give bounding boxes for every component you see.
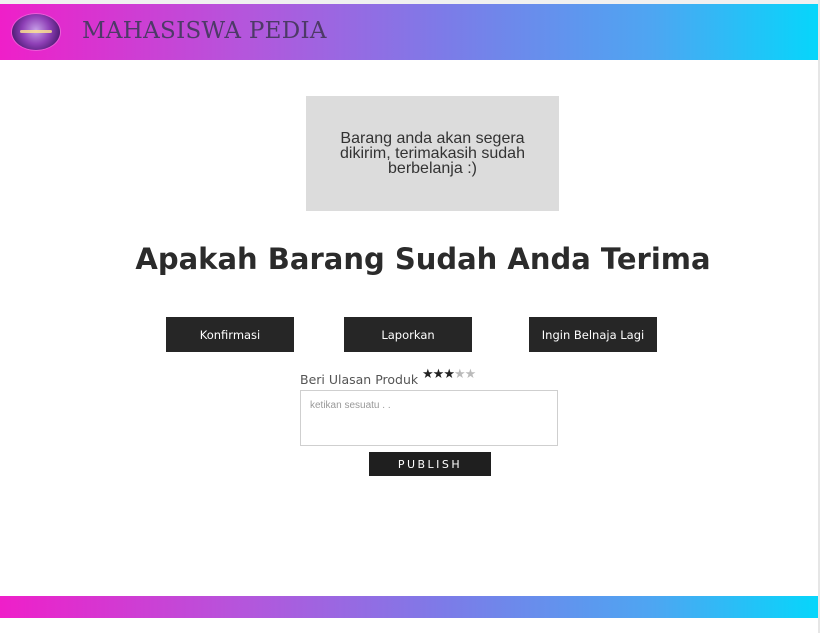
page-question-heading: Apakah Barang Sudah Anda Terima <box>135 242 711 276</box>
shipping-notice-text: Barang anda akan segera dikirim, terimak… <box>340 130 525 177</box>
shop-again-button[interactable]: Ingin Belnaja Lagi <box>529 317 657 352</box>
brand-logo-icon[interactable] <box>12 14 60 50</box>
footer-bar <box>0 596 818 618</box>
report-button[interactable]: Laporkan <box>344 317 472 352</box>
brand-title: MAHASISWA PEDIA <box>82 18 327 44</box>
star-icon[interactable]: ★ <box>465 367 477 382</box>
star-icon[interactable]: ★ <box>433 367 445 382</box>
review-label: Beri Ulasan Produk <box>300 372 419 387</box>
star-icon[interactable]: ★ <box>422 367 434 382</box>
review-textarea[interactable] <box>300 390 558 446</box>
publish-button[interactable]: PUBLISH <box>369 452 491 476</box>
header-bar: MAHASISWA PEDIA <box>0 4 818 60</box>
shipping-notice: Barang anda akan segera dikirim, terimak… <box>306 96 559 211</box>
star-icon[interactable]: ★ <box>443 367 455 382</box>
star-icon[interactable]: ★ <box>454 367 466 382</box>
confirm-button[interactable]: Konfirmasi <box>166 317 294 352</box>
star-rating[interactable]: ★★★★★ <box>422 367 477 382</box>
